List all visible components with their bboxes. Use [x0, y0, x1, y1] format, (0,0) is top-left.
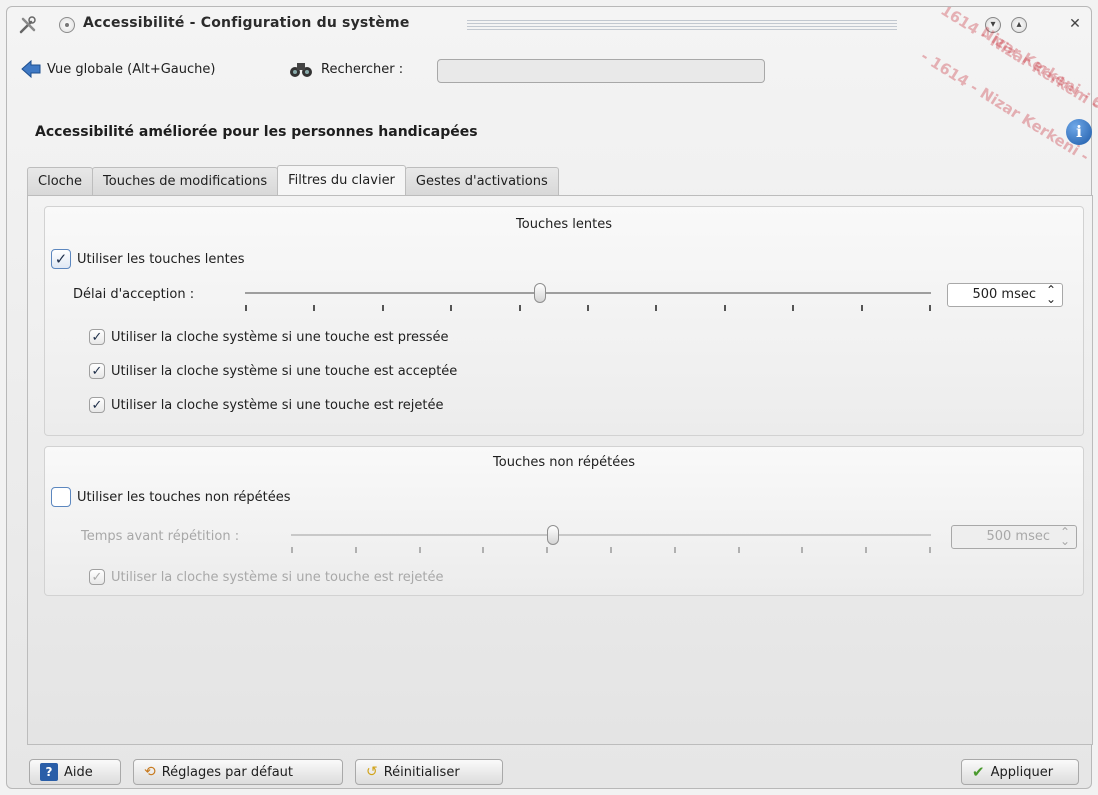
spinbox-value: 500 msec — [986, 529, 1050, 544]
title-bar-grip — [467, 20, 897, 30]
help-label: Aide — [64, 764, 93, 780]
option-label: Utiliser la cloche système si une touche… — [111, 329, 449, 345]
tab-panel-keyboard-filters: Touches lentes ✓ Utiliser les touches le… — [27, 195, 1093, 745]
slider-track — [245, 292, 931, 294]
slider-tick — [865, 547, 868, 553]
tab-activation-gestures[interactable]: Gestes d'activations — [404, 167, 559, 195]
bounce-keys-title: Touches non répétées — [493, 455, 635, 470]
slider-track — [291, 534, 931, 536]
toolbar: Vue globale (Alt+Gauche) Rechercher : — [7, 47, 1091, 87]
slider-tick — [673, 547, 676, 553]
bounce-keys-delay-slider[interactable] — [291, 525, 931, 555]
slider-tick — [801, 547, 804, 553]
help-button[interactable]: ? Aide — [29, 759, 121, 785]
overview-button[interactable]: Vue globale (Alt+Gauche) — [21, 57, 215, 81]
slider-tick — [482, 547, 485, 553]
slider-tick — [723, 305, 726, 311]
slider-tick — [655, 305, 658, 311]
option-label: Utiliser la cloche système si une touche… — [111, 363, 458, 379]
delay-label-text: Temps avant répétition : — [81, 529, 240, 544]
option-bell-pressed[interactable]: ✓ Utiliser la cloche système si une touc… — [89, 329, 449, 345]
tab-modifier-keys[interactable]: Touches de modifications — [92, 167, 279, 195]
checkbox-icon[interactable]: ✓ — [89, 329, 105, 345]
checkbox-icon[interactable] — [51, 487, 71, 507]
checkbox-icon[interactable]: ✓ — [89, 363, 105, 379]
slider-tick — [929, 547, 931, 553]
defaults-label: Réglages par défaut — [161, 764, 293, 780]
option-bell-rejected[interactable]: ✓ Utiliser la cloche système si une touc… — [89, 397, 443, 413]
bounce-keys-toggle[interactable]: Utiliser les touches non répétées — [51, 487, 291, 507]
spinbox-value: 500 msec — [972, 287, 1036, 302]
defaults-button[interactable]: ⟲ Réglages par défaut — [133, 759, 343, 785]
reset-icon: ↺ — [366, 764, 378, 780]
checkbox-icon[interactable]: ✓ — [89, 397, 105, 413]
option-bell-rejected-bounce[interactable]: ✓ Utiliser la cloche système si une touc… — [89, 569, 443, 585]
slider-tick — [546, 547, 549, 553]
tab-bar: Cloche Touches de modifications Filtres … — [27, 165, 559, 195]
option-label: Utiliser la cloche système si une touche… — [111, 569, 444, 585]
reset-button[interactable]: ↺ Réinitialiser — [355, 759, 503, 785]
slider-tick — [518, 305, 521, 311]
delay-label-text: Délai d'acception : — [73, 287, 195, 302]
title-bar: Accessibilité - Configuration du système… — [7, 7, 1091, 37]
tab-keyboard-filters[interactable]: Filtres du clavier — [277, 165, 406, 195]
info-icon[interactable]: i — [1066, 119, 1092, 145]
spin-arrows-icon[interactable]: ⌃ ⌄ — [1060, 526, 1070, 547]
slow-keys-title: Touches lentes — [516, 217, 612, 232]
search-input[interactable] — [437, 59, 765, 83]
option-label: Utiliser la cloche système si une touche… — [111, 397, 444, 413]
slow-keys-delay-label: Délai d'acception : — [73, 287, 194, 302]
slider-tick — [381, 305, 384, 311]
slider-tick — [860, 305, 863, 311]
apply-check-icon: ✔ — [972, 763, 985, 781]
slider-tick — [313, 305, 316, 311]
search-label: Rechercher : — [321, 61, 404, 77]
slow-keys-toggle-label: Utiliser les touches lentes — [77, 251, 245, 267]
defaults-icon: ⟲ — [144, 764, 156, 780]
slider-tick — [418, 547, 421, 553]
slider-tick — [245, 305, 247, 311]
overview-label: Vue globale (Alt+Gauche) — [47, 61, 216, 77]
settings-window: Accessibilité - Configuration du système… — [6, 6, 1098, 789]
bounce-keys-delay-label: Temps avant répétition : — [81, 529, 239, 544]
tools-icon[interactable] — [19, 16, 37, 34]
bounce-keys-delay-spinbox[interactable]: 500 msec ⌃ ⌄ — [951, 525, 1077, 549]
slider-tick — [792, 305, 795, 311]
slider-tick — [450, 305, 453, 311]
spin-arrows-icon[interactable]: ⌃ ⌄ — [1046, 284, 1056, 305]
checkbox-icon[interactable]: ✓ — [51, 249, 71, 269]
maximize-button[interactable]: ▴ — [1011, 17, 1027, 33]
bounce-keys-toggle-label: Utiliser les touches non répétées — [77, 489, 291, 505]
checkbox-icon[interactable]: ✓ — [89, 569, 105, 585]
slider-handle[interactable] — [533, 283, 546, 303]
apply-button[interactable]: ✔ Appliquer — [961, 759, 1079, 785]
slow-keys-delay-slider[interactable] — [245, 283, 931, 313]
search-label-group: Rechercher : — [289, 60, 403, 78]
binoculars-icon — [290, 63, 312, 77]
window-menu-icon[interactable] — [59, 17, 75, 33]
help-icon: ? — [40, 763, 58, 781]
slider-tick — [929, 305, 931, 311]
page-title: Accessibilité améliorée pour les personn… — [35, 124, 478, 140]
apply-label: Appliquer — [990, 764, 1054, 780]
slow-keys-group: Touches lentes ✓ Utiliser les touches le… — [44, 206, 1084, 436]
close-button[interactable]: ✕ — [1067, 17, 1083, 33]
slider-handle[interactable] — [547, 525, 560, 545]
bounce-keys-group: Touches non répétées Utiliser les touche… — [44, 446, 1084, 596]
option-bell-accepted[interactable]: ✓ Utiliser la cloche système si une touc… — [89, 363, 457, 379]
slider-tick — [291, 547, 293, 553]
slow-keys-toggle[interactable]: ✓ Utiliser les touches lentes — [51, 249, 245, 269]
slow-keys-delay-spinbox[interactable]: 500 msec ⌃ ⌄ — [947, 283, 1063, 307]
slider-tick — [610, 547, 612, 553]
minimize-button[interactable]: ▾ — [985, 17, 1001, 33]
slider-tick — [354, 547, 357, 553]
back-arrow-icon — [21, 60, 41, 78]
slider-tick — [587, 305, 589, 311]
tab-bell[interactable]: Cloche — [27, 167, 94, 195]
reset-label: Réinitialiser — [383, 764, 460, 780]
slider-tick — [737, 547, 740, 553]
window-title: Accessibilité - Configuration du système — [83, 15, 410, 31]
